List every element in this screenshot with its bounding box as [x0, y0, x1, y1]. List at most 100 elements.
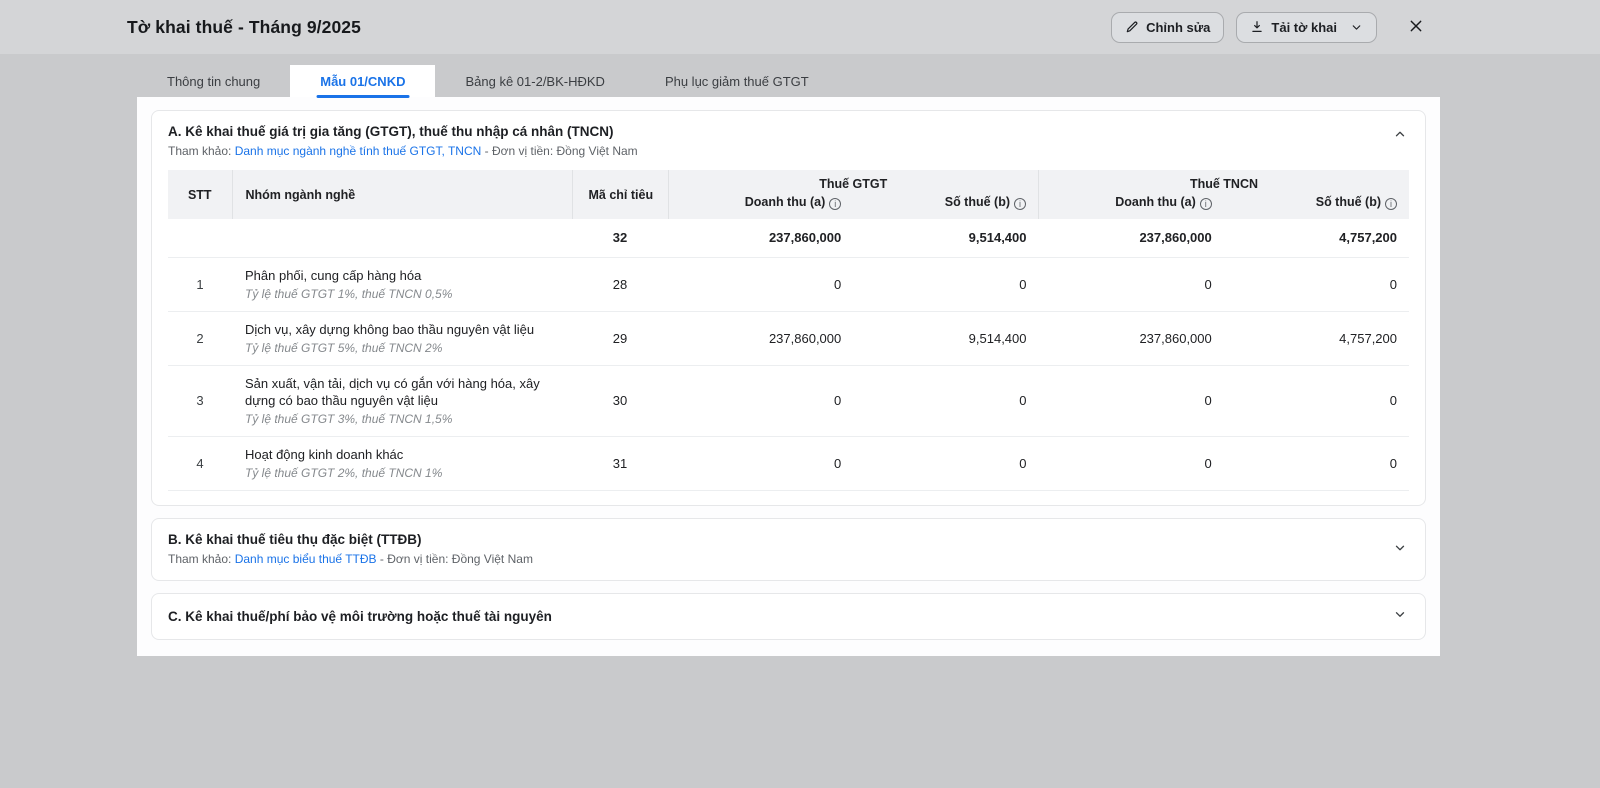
- edit-button[interactable]: Chỉnh sửa: [1111, 11, 1225, 43]
- tab-mau-01-cnkd[interactable]: Mẫu 01/CNKD: [290, 65, 436, 97]
- tncn-revenue: 0: [1038, 436, 1224, 491]
- declaration-workspace: Thông tin chung Mẫu 01/CNKD Bảng kê 01-2…: [137, 65, 1440, 656]
- table-row: 4 Hoạt động kinh doanh khác Tỷ lệ thuế G…: [168, 436, 1409, 491]
- row-stt: 1: [168, 257, 232, 312]
- download-button-label: Tải tờ khai: [1271, 19, 1337, 35]
- reference-suffix: - Đơn vị tiền: Đồng Việt Nam: [376, 551, 533, 566]
- info-icon[interactable]: [1199, 198, 1212, 210]
- close-icon: [1408, 18, 1424, 37]
- edit-button-label: Chỉnh sửa: [1146, 19, 1211, 35]
- row-code: 29: [572, 311, 668, 366]
- gtgt-tax: 0: [853, 365, 1039, 437]
- info-icon[interactable]: [829, 198, 842, 210]
- gtgt-revenue: 237,860,000: [668, 311, 854, 366]
- expand-section-c-button[interactable]: [1391, 606, 1409, 627]
- row-stt: 3: [168, 365, 232, 437]
- page-title: Tờ khai thuế - Tháng 9/2025: [127, 16, 361, 37]
- tab-label: Bảng kê 01-2/BK-HĐKD: [465, 73, 605, 89]
- download-icon: [1250, 20, 1264, 34]
- total-code: 32: [572, 219, 668, 258]
- total-gtgt-tax: 9,514,400: [853, 219, 1039, 258]
- tncn-tax: 0: [1223, 257, 1409, 312]
- gtgt-revenue: 0: [668, 365, 854, 437]
- tab-label: Thông tin chung: [167, 73, 261, 89]
- tab-label: Mẫu 01/CNKD: [320, 73, 406, 89]
- section-b-reference: Tham khảo: Danh mục biểu thuế TTĐB - Đơn…: [168, 552, 1409, 566]
- column-header-tncn-doanh-thu: Doanh thu (a): [1038, 193, 1224, 219]
- tab-label: Phụ lục giảm thuế GTGT: [664, 73, 809, 89]
- table-total-row: 32 237,860,000 9,514,400 237,860,000 4,7…: [168, 219, 1409, 258]
- column-header-tncn-so-thue: Số thuế (b): [1223, 193, 1409, 219]
- pencil-icon: [1125, 20, 1139, 34]
- chevron-down-icon: [1393, 541, 1407, 558]
- row-code: 28: [572, 257, 668, 312]
- tax-rate-note: Tỷ lệ thuế GTGT 5%, thuế TNCN 2%: [245, 340, 443, 355]
- industry-group-name: Hoạt động kinh doanh khác: [245, 446, 404, 462]
- industry-group-name: Phân phối, cung cấp hàng hóa: [245, 267, 422, 283]
- close-button[interactable]: [1404, 14, 1428, 41]
- tncn-revenue: 237,860,000: [1038, 311, 1224, 366]
- section-a-reference: Tham khảo: Danh mục ngành nghề tính thuế…: [168, 144, 1409, 158]
- section-b-card: B. Kê khai thuế tiêu thụ đặc biệt (TTĐB)…: [151, 517, 1426, 581]
- column-header-nganh-nghe: Nhóm ngành nghề: [232, 170, 573, 219]
- info-icon[interactable]: [1385, 198, 1397, 210]
- tncn-revenue: 0: [1038, 257, 1224, 312]
- column-header-gtgt-so-thue: Số thuế (b): [853, 193, 1040, 219]
- reference-prefix: Tham khảo:: [168, 551, 235, 566]
- total-tncn-tax: 4,757,200: [1223, 219, 1409, 258]
- download-declaration-button[interactable]: Tải tờ khai: [1236, 11, 1377, 43]
- tab-phu-luc-giam-thue[interactable]: Phụ lục giảm thuế GTGT: [635, 65, 839, 97]
- row-stt: 2: [168, 311, 232, 366]
- tab-thong-tin-chung[interactable]: Thông tin chung: [137, 65, 290, 97]
- reference-prefix: Tham khảo:: [168, 144, 235, 158]
- chevron-down-icon: [1350, 21, 1363, 34]
- row-stt: 4: [168, 436, 232, 491]
- gtgt-tax: 0: [853, 257, 1039, 312]
- tncn-revenue: 0: [1038, 365, 1224, 437]
- gtgt-revenue: 0: [668, 257, 854, 312]
- table-row: 3 Sản xuất, vận tải, dịch vụ có gắn với …: [168, 365, 1409, 437]
- column-header-label: Số thuế (b): [944, 195, 1010, 209]
- tab-bar: Thông tin chung Mẫu 01/CNKD Bảng kê 01-2…: [137, 65, 1440, 97]
- table-header: STT Nhóm ngành nghề Mã chỉ tiêu Thuế GTG…: [168, 170, 1409, 219]
- section-a-title: A. Kê khai thuế giá trị gia tăng (GTGT),…: [168, 124, 614, 139]
- expand-section-b-button[interactable]: [1391, 539, 1409, 560]
- total-gtgt-revenue: 237,860,000: [668, 219, 854, 258]
- tncn-tax: 4,757,200: [1223, 311, 1409, 366]
- column-header-label: Doanh thu (a): [1115, 195, 1196, 209]
- column-header-stt: STT: [168, 170, 233, 219]
- column-group-thue-gtgt: Thuế GTGT: [668, 170, 1039, 193]
- total-tncn-revenue: 237,860,000: [1038, 219, 1224, 258]
- table-row: 2 Dịch vụ, xây dựng không bao thầu nguyê…: [168, 311, 1409, 366]
- chevron-up-icon: [1393, 127, 1407, 144]
- modal-header: Tờ khai thuế - Tháng 9/2025 Chỉnh sửa Tả…: [0, 0, 1600, 54]
- tncn-tax: 0: [1223, 365, 1409, 437]
- section-b-title: B. Kê khai thuế tiêu thụ đặc biệt (TTĐB): [168, 531, 422, 547]
- section-c-card: C. Kê khai thuế/phí bảo vệ môi trường ho…: [151, 592, 1426, 640]
- section-a-card: A. Kê khai thuế giá trị gia tăng (GTGT),…: [151, 110, 1426, 506]
- tax-rate-note: Tỷ lệ thuế GTGT 2%, thuế TNCN 1%: [245, 465, 443, 480]
- tncn-tax: 0: [1223, 436, 1409, 491]
- table-row: 1 Phân phối, cung cấp hàng hóa Tỷ lệ thu…: [168, 257, 1409, 312]
- tax-rate-note: Tỷ lệ thuế GTGT 3%, thuế TNCN 1,5%: [245, 411, 453, 426]
- reference-link[interactable]: Danh mục biểu thuế TTĐB: [235, 552, 377, 566]
- tab-bang-ke-01-2[interactable]: Bảng kê 01-2/BK-HĐKD: [435, 65, 634, 97]
- column-header-label: Doanh thu (a): [744, 195, 826, 209]
- reference-link[interactable]: Danh mục ngành nghề tính thuế GTGT, TNCN: [235, 144, 482, 158]
- gtgt-revenue: 0: [668, 436, 854, 491]
- tax-declaration-table: STT Nhóm ngành nghề Mã chỉ tiêu Thuế GTG…: [168, 170, 1409, 491]
- collapse-section-a-button[interactable]: [1391, 125, 1409, 146]
- reference-suffix: - Đơn vị tiền: Đồng Việt Nam: [481, 144, 638, 158]
- tab-content-panel: A. Kê khai thuế giá trị gia tăng (GTGT),…: [137, 97, 1440, 656]
- column-header-gtgt-doanh-thu: Doanh thu (a): [668, 193, 854, 219]
- info-icon[interactable]: [1014, 198, 1026, 210]
- row-code: 31: [572, 436, 668, 491]
- gtgt-tax: 9,514,400: [853, 311, 1039, 366]
- column-header-ma-chi-tieu: Mã chỉ tiêu: [572, 170, 669, 219]
- industry-group-name: Dịch vụ, xây dựng không bao thầu nguyên …: [245, 321, 535, 337]
- gtgt-tax: 0: [853, 436, 1039, 491]
- industry-group-name: Sản xuất, vận tải, dịch vụ có gắn với hà…: [245, 375, 540, 408]
- row-code: 30: [572, 365, 668, 437]
- column-header-label: Số thuế (b): [1315, 195, 1381, 209]
- column-group-thue-tncn: Thuế TNCN: [1038, 170, 1409, 193]
